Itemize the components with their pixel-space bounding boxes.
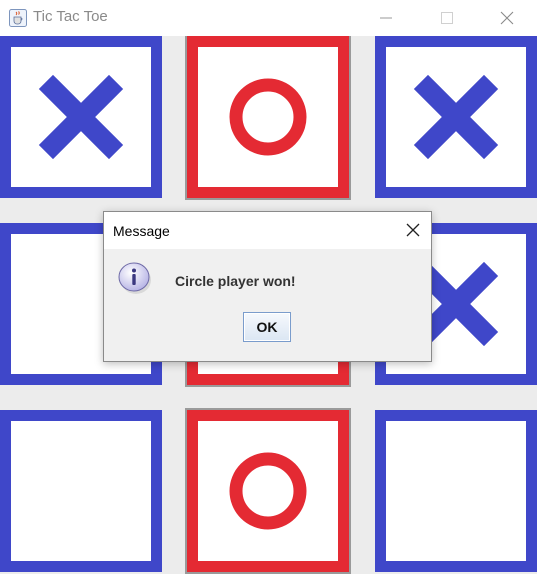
board-cell[interactable] [185,36,351,200]
dialog-close-button[interactable] [405,222,421,238]
o-mark-icon [229,78,307,156]
o-mark-icon [229,452,307,530]
board-cell[interactable] [375,36,537,198]
title-bar: Tic Tac Toe [0,0,537,36]
java-cup-icon [9,9,27,27]
ok-button[interactable]: OK [243,312,291,342]
dialog-title: Message [113,223,170,239]
board-cell[interactable] [0,36,162,198]
board-cell[interactable] [0,410,162,572]
dialog-title-bar: Message [104,212,431,249]
maximize-icon [441,12,453,24]
minimize-button[interactable] [363,0,409,36]
message-dialog: Message Circle player won! OK [103,211,432,362]
x-mark-icon [38,74,124,160]
close-icon [406,223,420,237]
dialog-message: Circle player won! [175,273,296,289]
close-button[interactable] [484,0,530,36]
app-window: Tic Tac Toe Message Circle player won! O… [0,0,537,574]
x-mark-icon [413,74,499,160]
maximize-button[interactable] [424,0,470,36]
info-icon [118,261,152,295]
board-cell[interactable] [375,410,537,572]
window-title: Tic Tac Toe [33,8,108,25]
minimize-icon [380,17,392,19]
board-cell[interactable] [185,408,351,574]
close-icon [500,11,514,25]
